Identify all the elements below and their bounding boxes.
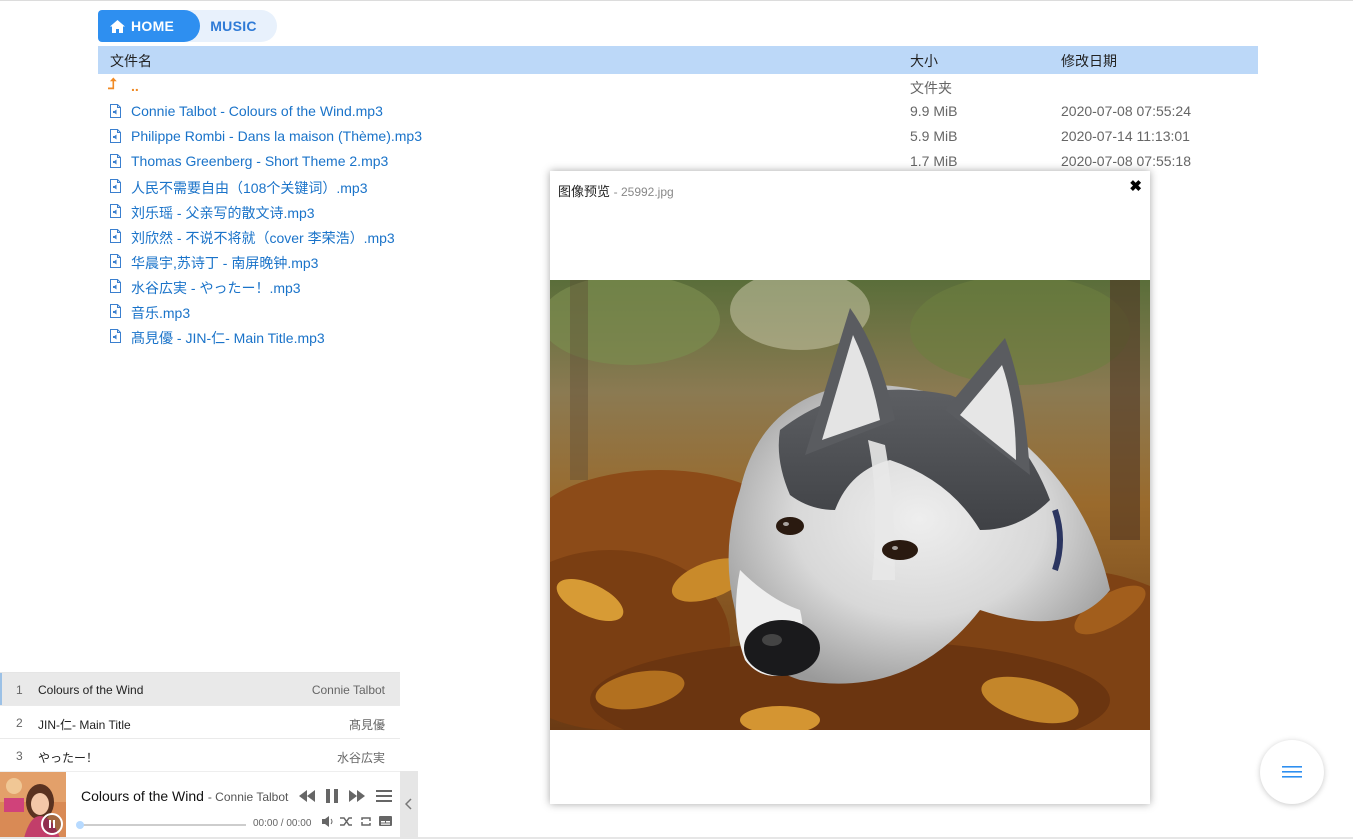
column-header-size[interactable]: 大小 (910, 51, 938, 71)
next-icon[interactable] (349, 790, 365, 802)
preview-filename: - 25992.jpg (613, 185, 674, 199)
prev-icon[interactable] (299, 790, 315, 802)
preview-title-bar: 图像预览 - 25992.jpg (558, 181, 674, 200)
file-size: 9.9 MiB (910, 103, 958, 119)
menu-icon (1282, 766, 1302, 778)
playlist-item[interactable]: 2 JIN-仁- Main Title 髙見優 (0, 706, 400, 739)
up-arrow-icon: ⮥ (108, 76, 117, 93)
time-display: 00:00 / 00:00 (253, 818, 312, 829)
file-name-link[interactable]: Thomas Greenberg - Short Theme 2.mp3 (131, 153, 388, 169)
preview-title: 图像预览 (558, 184, 611, 199)
audio-file-icon (110, 254, 121, 268)
breadcrumb-home-label: HOME (131, 18, 175, 34)
cover-pause-button[interactable] (41, 813, 63, 835)
file-size: 文件夹 (910, 80, 952, 96)
audio-file-icon (110, 204, 121, 218)
playlist-item[interactable]: 1 Colours of the Wind Connie Talbot (0, 673, 400, 706)
playlist-artist: 髙見優 (348, 718, 385, 732)
file-name-link[interactable]: 音乐.mp3 (131, 303, 190, 323)
loop-icon[interactable] (360, 816, 372, 827)
audio-file-icon (110, 229, 121, 243)
playlist-title: JIN-仁- Main Title (38, 718, 131, 732)
now-playing: Colours of the Wind - Connie Talbot (81, 788, 288, 804)
chevron-left-icon (405, 798, 412, 810)
menu-icon[interactable] (376, 790, 392, 802)
file-name-link[interactable]: 刘乐瑶 - 父亲写的散文诗.mp3 (131, 203, 315, 223)
column-header-name[interactable]: 文件名 (110, 51, 152, 71)
progress-knob[interactable] (76, 821, 84, 829)
playlist-item[interactable]: 3 やったー！ 水谷広実 (0, 739, 400, 772)
preview-image (550, 280, 1150, 730)
breadcrumb-music-label: MUSIC (210, 18, 257, 34)
file-name-link[interactable]: 髙見優 - JIN-仁- Main Title.mp3 (131, 328, 325, 348)
file-date: 2020-07-08 07:55:24 (1061, 103, 1191, 119)
audio-file-icon (110, 129, 121, 143)
file-row[interactable]: Philippe Rombi - Dans la maison (Thème).… (98, 124, 1258, 149)
audio-file-icon (110, 279, 121, 293)
breadcrumb: HOME MUSIC (98, 10, 277, 42)
file-name-link[interactable]: 华晨宇,苏诗丁 - 南屏晚钟.mp3 (131, 253, 318, 273)
volume-icon[interactable] (322, 816, 334, 827)
now-playing-artist: - Connie Talbot (207, 790, 289, 804)
playlist-title: やったー！ (38, 751, 99, 765)
file-name-link[interactable]: 水谷広実 - やったー！.mp3 (131, 278, 301, 298)
home-icon (110, 19, 125, 33)
audio-file-icon (110, 179, 121, 193)
playlist-artist: 水谷広実 (336, 751, 385, 765)
file-name-link[interactable]: 刘欣然 - 不说不将就（cover 李荣浩）.mp3 (131, 228, 395, 248)
audio-file-icon (110, 154, 121, 168)
column-header-date[interactable]: 修改日期 (1061, 51, 1117, 71)
playlist-artist: Connie Talbot (311, 683, 385, 697)
audio-file-icon (110, 304, 121, 318)
file-date: 2020-07-08 07:55:18 (1061, 153, 1191, 169)
playlist-index: 1 (16, 683, 23, 697)
audio-file-icon (110, 329, 121, 343)
file-name-link[interactable]: Connie Talbot - Colours of the Wind.mp3 (131, 103, 383, 119)
file-name-link[interactable]: Philippe Rombi - Dans la maison (Thème).… (131, 128, 422, 144)
file-size: 1.7 MiB (910, 153, 958, 169)
player-controls (299, 789, 392, 803)
file-size: 5.9 MiB (910, 128, 958, 144)
pause-icon[interactable] (326, 789, 338, 803)
playlist-index: 3 (16, 749, 23, 763)
image-preview-dialog: 图像预览 - 25992.jpg ✖ (550, 171, 1150, 804)
floating-menu-button[interactable] (1260, 740, 1324, 804)
breadcrumb-home[interactable]: HOME (98, 10, 201, 42)
file-table-header: 文件名 大小 修改日期 (98, 46, 1258, 74)
parent-folder-row[interactable]: ⮥ .. 文件夹 (98, 74, 1258, 99)
file-name-link[interactable]: 人民不需要自由（108个关键词）.mp3 (131, 178, 367, 198)
player-collapse-toggle[interactable] (400, 771, 418, 837)
top-divider (0, 0, 1353, 1)
close-icon[interactable]: ✖ (1129, 177, 1142, 195)
file-row[interactable]: Connie Talbot - Colours of the Wind.mp3 9… (98, 99, 1258, 124)
now-playing-title: Colours of the Wind (81, 788, 204, 804)
audio-file-icon (110, 104, 121, 118)
progress-bar[interactable] (76, 821, 246, 829)
playlist: 1 Colours of the Wind Connie Talbot 2 JIN-仁-… (0, 672, 400, 772)
file-date: 2020-07-14 11:13:01 (1061, 128, 1190, 144)
shuffle-icon[interactable] (340, 816, 353, 827)
playlist-index: 2 (16, 716, 23, 730)
playlist-title: Colours of the Wind (38, 683, 144, 697)
parent-folder-link[interactable]: .. (131, 78, 139, 94)
lyrics-icon[interactable] (379, 816, 392, 826)
audio-player: Colours of the Wind - Connie Talbot 00:0… (0, 771, 400, 838)
